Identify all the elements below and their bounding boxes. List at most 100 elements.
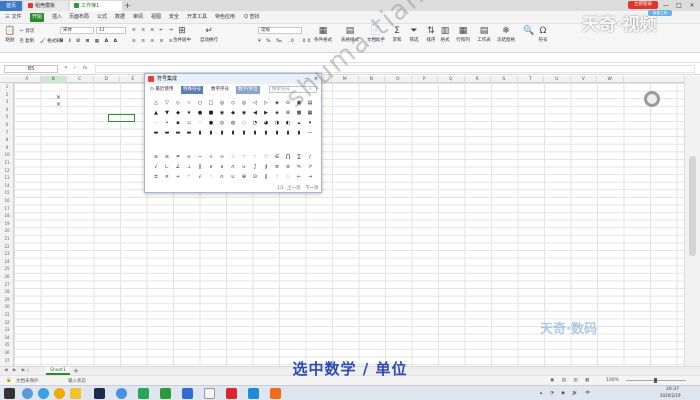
symbol-cell[interactable]: ∈: [272, 153, 282, 161]
row-header-26[interactable]: 26: [0, 273, 14, 281]
symbol-cell[interactable]: ≒: [294, 163, 304, 171]
number-format-buttons[interactable]: ¥ % ‰ .0 .00: [258, 39, 312, 44]
symbol-cell[interactable]: ∫: [250, 163, 260, 171]
symbol-cell[interactable]: ▮: [217, 129, 227, 137]
merge-center-button[interactable]: ⊞ 合并居中: [172, 26, 192, 43]
symbol-cell[interactable]: ◇: [228, 99, 238, 107]
symbol-cell[interactable]: ≤: [162, 153, 172, 161]
row-header-15[interactable]: 15: [0, 189, 14, 197]
wechat-icon[interactable]: [138, 388, 149, 399]
vertical-scrollbar[interactable]: [684, 76, 700, 366]
symbol-cell[interactable]: □: [206, 99, 216, 107]
symbol-cell[interactable]: ◕: [261, 119, 271, 127]
symbol-cell[interactable]: ◀: [250, 109, 260, 117]
row-header-7[interactable]: 7: [0, 129, 14, 137]
column-header-u[interactable]: U: [544, 76, 571, 83]
row-header-31[interactable]: 31: [0, 311, 14, 319]
tab-special-symbols[interactable]: 特殊符号: [181, 86, 203, 94]
symbol-button[interactable]: Ω 符号: [537, 26, 549, 43]
symbol-cell[interactable]: ▮: [206, 129, 216, 137]
symbol-cell[interactable]: ▫: [184, 119, 194, 127]
row-header-30[interactable]: 30: [0, 303, 14, 311]
symbol-cell[interactable]: ▮: [261, 129, 271, 137]
menu-file[interactable]: 三 文件: [3, 13, 24, 22]
prev-page-button[interactable]: 上一页: [287, 184, 301, 193]
row-header-13[interactable]: 13: [0, 174, 14, 182]
tab-workbook[interactable]: 工作簿1: [70, 1, 122, 11]
row-header-1[interactable]: 1: [0, 83, 14, 91]
symbol-cell[interactable]: ←: [294, 173, 304, 181]
column-header-t[interactable]: T: [518, 76, 544, 83]
tab-home[interactable]: 首页: [0, 1, 22, 11]
qq-browser-icon[interactable]: [116, 388, 127, 399]
symbol-cell[interactable]: ▷: [261, 99, 271, 107]
symbol-cell[interactable]: ◑: [272, 119, 282, 127]
symbol-cell[interactable]: ▾: [305, 119, 315, 127]
symbol-cell[interactable]: ±: [151, 173, 161, 181]
symbol-cell[interactable]: ∏: [283, 153, 293, 161]
symbol-cell[interactable]: ∝: [206, 153, 216, 161]
row-header-16[interactable]: 16: [0, 197, 14, 205]
find-button[interactable]: 🔍: [523, 26, 534, 37]
symbol-cell[interactable]: ▲: [151, 109, 161, 117]
app-icon-generic[interactable]: [204, 388, 215, 399]
symbol-cell[interactable]: ×: [162, 173, 172, 181]
font-size-select[interactable]: 11: [96, 27, 126, 34]
symbol-cell[interactable]: ≡: [272, 163, 282, 171]
row-header-4[interactable]: 4: [0, 106, 14, 114]
symbol-cell[interactable]: ▮: [272, 129, 282, 137]
conditional-format-button[interactable]: ▦ 条件格式: [313, 26, 333, 43]
row-header-27[interactable]: 27: [0, 281, 14, 289]
symbol-cell[interactable]: ▶: [261, 109, 271, 117]
symbol-cell[interactable]: ▮: [250, 129, 260, 137]
column-header-b[interactable]: B: [40, 76, 67, 83]
symbol-cell[interactable]: ●: [206, 119, 216, 127]
symbol-cell[interactable]: ◍: [228, 119, 238, 127]
symbol-cell[interactable]: ▮: [228, 129, 238, 137]
symbol-cell[interactable]: ∩: [228, 163, 238, 171]
row-header-14[interactable]: 14: [0, 182, 14, 190]
format-button[interactable]: ▥ 格式: [438, 26, 452, 43]
symbol-cell[interactable]: ∕: [305, 153, 315, 161]
row-header-23[interactable]: 23: [0, 250, 14, 258]
symbol-cell[interactable]: ∟: [162, 163, 172, 171]
symbol-cell[interactable]: ∑: [294, 153, 304, 161]
symbol-cell[interactable]: ▼: [162, 109, 172, 117]
symbol-cell[interactable]: ∥: [195, 163, 205, 171]
row-header-20[interactable]: 20: [0, 227, 14, 235]
symbol-cell[interactable]: ●: [195, 109, 205, 117]
photoshop-icon[interactable]: [94, 388, 105, 399]
symbol-cell[interactable]: ◇: [173, 99, 183, 107]
close-button[interactable]: ×: [686, 0, 698, 11]
symbol-cell[interactable]: △: [151, 99, 161, 107]
paste-button[interactable]: 📋 粘贴: [3, 26, 17, 43]
symbol-cell[interactable]: ☆: [184, 99, 194, 107]
system-tray-icons[interactable]: ▴ ◔ ◉ 🔊 中: [540, 390, 593, 396]
column-header-o[interactable]: O: [385, 76, 412, 83]
chrome-icon[interactable]: [54, 388, 65, 399]
symbol-cell[interactable]: ◎: [217, 119, 227, 127]
symbol-cell[interactable]: ◐: [283, 119, 293, 127]
symbol-cell[interactable]: ⊥: [184, 163, 194, 171]
row-header-17[interactable]: 17: [0, 205, 14, 213]
symbol-cell[interactable]: ★: [184, 109, 194, 117]
row-col-button[interactable]: ▦ 行和列: [455, 26, 471, 43]
row-header-9[interactable]: 9: [0, 144, 14, 152]
symbol-cell[interactable]: ▬: [173, 129, 183, 137]
symbol-cell[interactable]: ◉: [217, 109, 227, 117]
font-style-buttons[interactable]: B I U ⊞ ▦ A A: [60, 39, 119, 44]
symbol-cell[interactable]: ◎: [239, 99, 249, 107]
row-header-10[interactable]: 10: [0, 151, 14, 159]
symbol-cell[interactable]: ◁: [250, 99, 260, 107]
row-header-12[interactable]: 12: [0, 167, 14, 175]
symbol-cell[interactable]: ∵: [239, 153, 249, 161]
maximize-button[interactable]: □: [673, 0, 685, 11]
tab-number-symbols[interactable]: 数字序号: [209, 86, 231, 94]
row-header-29[interactable]: 29: [0, 296, 14, 304]
align-top-buttons[interactable]: ≡ ≡ ≡ ⇤ ⇥: [132, 28, 175, 33]
menu-developer[interactable]: 开发工具: [185, 13, 209, 22]
symbol-cell[interactable]: ◎: [217, 99, 227, 107]
symbol-cell[interactable]: ▬: [162, 129, 172, 137]
symbol-cell[interactable]: √: [195, 173, 205, 181]
symbol-cell[interactable]: ∷: [261, 153, 271, 161]
